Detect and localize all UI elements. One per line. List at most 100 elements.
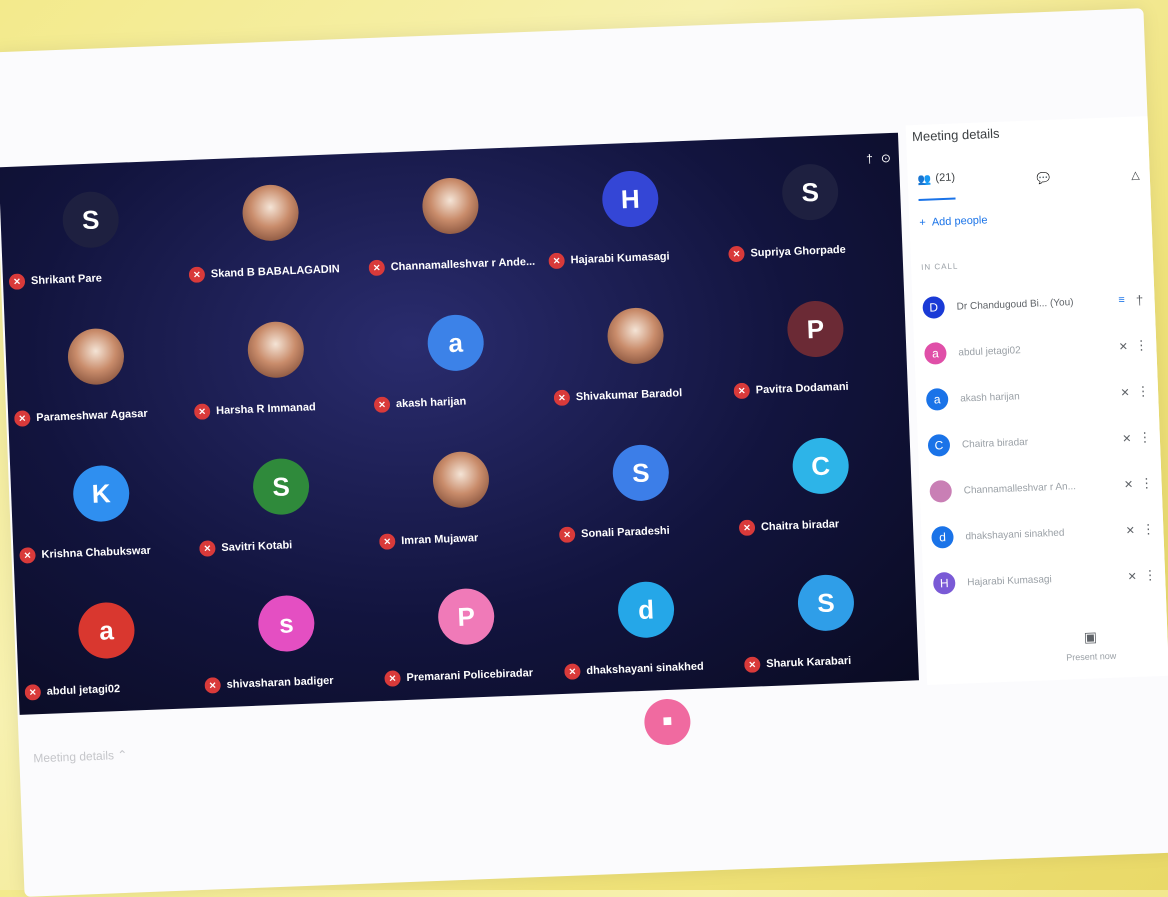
- participant-avatar: [929, 479, 953, 503]
- more-options-icon[interactable]: ⋮: [1132, 337, 1151, 354]
- tile-name-label: Harsha R Immanad: [215, 401, 316, 418]
- more-options-icon[interactable]: ⋮: [1139, 521, 1158, 538]
- mic-off-icon: ✕: [1123, 478, 1134, 491]
- mic-off-icon: ✕: [373, 396, 391, 414]
- tile-name: ✕ Harsha R Immanad: [193, 399, 316, 420]
- participant-avatar: P: [437, 587, 496, 646]
- more-options-icon[interactable]: ⋮: [1141, 567, 1160, 584]
- more-options-icon[interactable]: ⋮: [1134, 383, 1153, 400]
- participant-tile[interactable]: S ✕ Savitri Kotabi: [189, 427, 374, 571]
- participant-photo: [66, 327, 126, 386]
- present-now-button[interactable]: ▣ Present now: [1065, 628, 1117, 663]
- mic-off-icon: ✕: [1122, 432, 1132, 445]
- more-options-icon[interactable]: ⋮: [1136, 429, 1155, 446]
- participant-avatar: d: [931, 525, 954, 549]
- participant-tile[interactable]: a ✕ akash harijan: [364, 283, 549, 427]
- participant-row[interactable]: d dhakshayani sinakhed ✕ ⋮: [931, 514, 1158, 553]
- participant-tile[interactable]: K ✕ Krishna Chabukswar: [9, 434, 194, 578]
- present-now-label: Present now: [1066, 650, 1117, 663]
- participant-tile[interactable]: C ✕ Chaitra biradar: [729, 407, 914, 551]
- participant-avatar: C: [791, 436, 850, 495]
- mic-off-icon: ✕: [368, 259, 386, 277]
- mic-off-icon: ✕: [188, 266, 206, 284]
- participant-tile[interactable]: S ✕ Sharuk Karabari: [734, 543, 919, 687]
- mic-off-icon: ✕: [743, 656, 761, 673]
- pin-icon[interactable]: †: [866, 152, 873, 166]
- participant-tile[interactable]: a ✕ abdul jetagi02: [14, 571, 199, 715]
- participant-avatar: a: [924, 342, 947, 365]
- mic-off-icon: ✕: [19, 547, 36, 564]
- participant-tile[interactable]: H ✕ Hajarabi Kumasagi: [538, 140, 723, 284]
- tile-name-label: Krishna Chabukswar: [41, 544, 152, 561]
- chat-icon: 💬: [1036, 172, 1051, 185]
- pin-icon[interactable]: †: [1130, 292, 1149, 308]
- participant-row[interactable]: a abdul jetagi02 ✕ ⋮: [924, 330, 1151, 369]
- participant-tile[interactable]: ✕ Imran Mujawar: [369, 420, 554, 564]
- mic-off-icon: ✕: [1118, 340, 1129, 353]
- mic-off-icon: ✕: [558, 526, 576, 544]
- participant-name: Chaitra biradar: [961, 436, 1029, 450]
- participant-tile[interactable]: ✕ Skand B BABALAGADIN: [178, 153, 363, 297]
- participant-tile[interactable]: S ✕ Supriya Ghorpade † ⊙: [718, 133, 903, 277]
- tab-activities[interactable]: △: [1131, 156, 1141, 192]
- tile-hover-controls: † ⊙: [866, 151, 891, 166]
- participant-tile[interactable]: S ✕ Sonali Paradeshi: [549, 413, 734, 557]
- mic-off-icon: ✕: [204, 677, 221, 694]
- tile-name-label: Skand B BABALAGADIN: [210, 263, 340, 281]
- participant-photo: [241, 183, 300, 242]
- participant-tile[interactable]: ✕ Channamalleshvar r Ande...: [358, 147, 543, 291]
- tile-name: ✕ Imran Mujawar: [378, 530, 479, 550]
- more-icon[interactable]: ⊙: [881, 151, 892, 165]
- participant-tile[interactable]: ✕ Parameshwar Agasar: [4, 297, 189, 441]
- tab-people[interactable]: 👥 (21): [917, 163, 956, 201]
- participant-row[interactable]: a akash harijan ✕ ⋮: [925, 376, 1153, 415]
- tile-name: ✕ Krishna Chabukswar: [19, 543, 151, 564]
- mic-off-icon: ✕: [738, 519, 756, 537]
- add-people-button[interactable]: + Add people: [919, 214, 988, 229]
- participant-name: Hajarabi Kumasagi: [967, 573, 1052, 588]
- participant-avatar: s: [257, 594, 316, 653]
- tile-name: ✕ Savitri Kotabi: [199, 537, 292, 557]
- meeting-details-button[interactable]: Meeting details ⌃: [33, 748, 128, 766]
- participant-tile[interactable]: P ✕ Pavitra Dodamani: [723, 270, 908, 414]
- participant-avatar: D: [922, 296, 946, 319]
- tile-name-label: Channamalleshvar r Ande...: [390, 255, 536, 274]
- participant-tile[interactable]: P ✕ Premarani Policebiradar: [374, 557, 559, 701]
- participant-tile[interactable]: s ✕ shivasharan badiger: [194, 564, 379, 708]
- participant-row[interactable]: D Dr Chandugoud Bi... (You) ≡ †: [922, 284, 1149, 323]
- tile-name-label: Hajarabi Kumasagi: [570, 250, 670, 267]
- meeting-details-label: Meeting details: [33, 748, 115, 766]
- people-count: (21): [935, 171, 956, 185]
- mic-off-icon: ✕: [24, 684, 42, 701]
- mic-off-icon: ✕: [13, 410, 31, 427]
- participant-tile[interactable]: S ✕ Shrikant Pare: [0, 160, 184, 304]
- participant-tile[interactable]: ✕ Shivakumar Baradol: [543, 277, 728, 421]
- tile-name-label: Parameshwar Agasar: [36, 407, 148, 424]
- tile-name-label: Sonali Paradeshi: [580, 524, 670, 541]
- mic-off-icon: ✕: [1127, 570, 1138, 583]
- tab-chat[interactable]: 💬: [1036, 160, 1051, 196]
- mic-off-icon: ✕: [8, 273, 26, 290]
- participant-row[interactable]: H Hajarabi Kumasagi ✕ ⋮: [932, 560, 1160, 599]
- camera-off-button[interactable]: ■: [643, 698, 692, 746]
- participant-list: D Dr Chandugoud Bi... (You) ≡ † a abdul jetag…: [906, 116, 1157, 595]
- tile-name: ✕ Parameshwar Agasar: [13, 406, 148, 427]
- mic-off-icon: ✕: [1125, 524, 1136, 537]
- participant-tile[interactable]: d ✕ dhakshayani sinakhed: [554, 550, 739, 694]
- more-options-icon[interactable]: ⋮: [1137, 475, 1156, 492]
- mic-off-icon: ✕: [378, 533, 396, 550]
- participant-name: akash harijan: [959, 390, 1020, 405]
- participant-avatar: d: [617, 580, 676, 639]
- panel-title: Meeting details: [911, 125, 1000, 145]
- participant-avatar: S: [781, 163, 840, 222]
- participant-row[interactable]: C Chaitra biradar ✕ ⋮: [927, 422, 1154, 461]
- participant-tile[interactable]: ✕ Harsha R Immanad: [184, 290, 369, 434]
- meet-window: S ✕ Shrikant Pare ✕ Skand B BABALAGADIN ✕ Chan…: [0, 8, 1168, 897]
- participant-photo: [421, 176, 480, 235]
- tile-name: ✕ Channamalleshvar r Ande...: [368, 254, 536, 277]
- tile-name-label: Shrikant Pare: [30, 272, 103, 288]
- participant-row[interactable]: Channamalleshvar r An... ✕ ⋮: [929, 468, 1156, 507]
- chevron-up-icon: ⌃: [117, 747, 128, 763]
- tile-name: ✕ Shrikant Pare: [8, 270, 103, 290]
- participant-avatar: H: [932, 571, 956, 595]
